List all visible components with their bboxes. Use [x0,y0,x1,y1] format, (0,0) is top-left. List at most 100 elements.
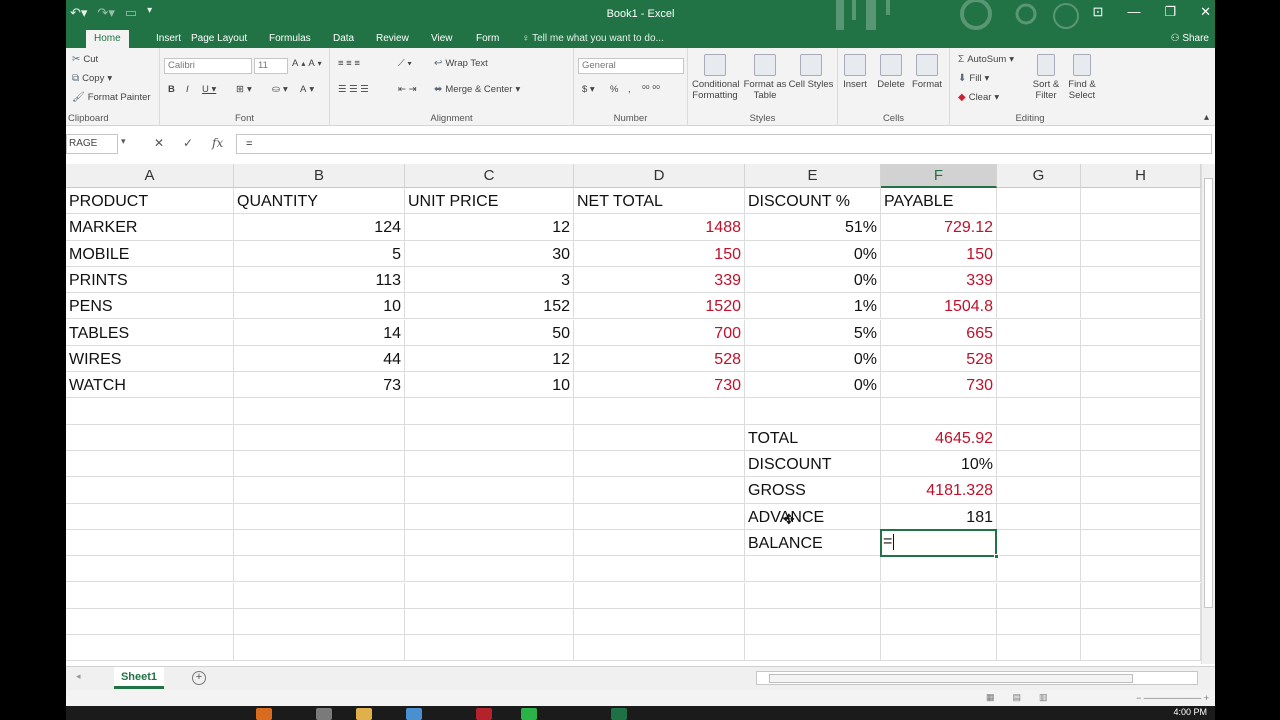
cut-button[interactable]: ✂ Cut [72,54,98,65]
grid-cell[interactable] [405,398,574,425]
table-cell[interactable]: 730 [881,372,997,399]
grid-cell[interactable] [405,503,574,530]
font-name-select[interactable]: Calibri [164,58,252,74]
table-cell[interactable]: 700 [574,319,745,346]
table-cell[interactable]: 30 [405,240,574,267]
top-align-button[interactable]: ≡ ≡ ≡ [338,58,360,69]
grid-cell[interactable] [1081,529,1201,557]
tab-formulas[interactable]: Formulas [261,30,319,48]
minimize-icon[interactable]: — [1127,4,1140,20]
grid-cell[interactable] [1081,188,1201,215]
horizontal-scroll-thumb[interactable] [769,674,1133,683]
table-cell[interactable]: WATCH [66,372,234,399]
table-header-cell[interactable]: QUANTITY [234,188,405,215]
column-header-h[interactable]: H [1081,164,1201,188]
grid-cell[interactable] [234,477,405,504]
grid-cell[interactable] [1081,582,1201,609]
grid-cell[interactable] [1081,608,1201,636]
table-cell[interactable]: TABLES [66,319,234,346]
grid-cell[interactable] [574,582,745,609]
grid-cell[interactable] [881,582,997,609]
borders-button[interactable]: ⊞ ▾ [236,84,252,95]
name-box[interactable]: RAGE [66,134,118,154]
table-cell[interactable]: PRINTS [66,266,234,294]
grid-cell[interactable] [1081,451,1201,478]
align-left-button[interactable]: ☰ ☰ ☰ [338,84,369,95]
fill-button[interactable]: ⬇ Fill ▾ [958,73,989,84]
table-cell[interactable]: 1% [745,293,881,320]
grid-cell[interactable] [574,503,745,530]
vertical-scrollbar[interactable] [1201,164,1215,664]
comma-button[interactable]: , [628,84,631,95]
grid-cell[interactable] [997,503,1081,530]
grid-cell[interactable] [234,503,405,530]
grid-cell[interactable] [574,477,745,504]
grid-cell[interactable] [66,398,234,425]
percent-button[interactable]: % [610,84,618,95]
italic-button[interactable]: I [186,84,189,95]
table-cell[interactable]: 339 [574,266,745,294]
tell-me-box[interactable]: ♀ Tell me what you want to do... [522,30,664,47]
table-cell[interactable]: 1488 [574,214,745,241]
table-cell[interactable]: 0% [745,240,881,267]
grow-font-button[interactable]: A ▴ A ▾ [292,58,322,69]
table-cell[interactable]: 0% [745,345,881,373]
table-cell[interactable]: 5 [234,240,405,267]
zoom-slider[interactable]: − ───────── + [1136,693,1209,703]
find-select-button[interactable]: Find & Select [1062,54,1102,101]
grid-cell[interactable] [997,451,1081,478]
table-cell[interactable]: 10 [234,293,405,320]
summary-value[interactable]: 181 [881,503,997,530]
summary-value[interactable]: 4645.92 [881,424,997,451]
grid-cell[interactable] [881,556,997,583]
grid-cell[interactable] [745,608,881,636]
summary-value[interactable]: 10% [881,451,997,478]
taskbar-app-icon[interactable] [256,708,272,720]
grid-cell[interactable] [1081,240,1201,267]
grid-cell[interactable] [1081,214,1201,241]
table-cell[interactable]: 528 [881,345,997,373]
sort-filter-button[interactable]: Sort & Filter [1026,54,1066,101]
fill-handle[interactable] [994,554,999,560]
table-cell[interactable]: 10 [405,372,574,399]
column-header-e[interactable]: E [745,164,881,188]
table-cell[interactable]: 12 [405,214,574,241]
grid-cell[interactable] [1081,424,1201,451]
table-cell[interactable]: WIRES [66,345,234,373]
grid-cell[interactable] [997,293,1081,320]
excel-taskbar-icon[interactable] [611,708,627,720]
table-cell[interactable]: 1504.8 [881,293,997,320]
grid-cell[interactable] [1081,477,1201,504]
grid-cell[interactable] [574,529,745,557]
collapse-ribbon-icon[interactable]: ▴ [1204,112,1209,123]
grid-cell[interactable] [66,608,234,636]
grid-cell[interactable] [66,503,234,530]
grid-cell[interactable] [405,451,574,478]
table-cell[interactable]: 124 [234,214,405,241]
grid-cell[interactable] [997,424,1081,451]
grid-cell[interactable] [1081,293,1201,320]
ribbon-display-icon[interactable]: ⊡ [1093,4,1104,20]
column-header-c[interactable]: C [405,164,574,188]
restore-icon[interactable]: ❐ [1164,4,1176,20]
table-cell[interactable]: 150 [574,240,745,267]
grid-cell[interactable] [745,635,881,662]
grid-cell[interactable] [66,477,234,504]
name-box-dropdown-icon[interactable]: ▾ [121,136,126,147]
tab-view[interactable]: View [423,30,461,48]
tab-page-layout[interactable]: Page Layout [183,30,255,48]
grid-cell[interactable] [997,529,1081,557]
grid-cell[interactable] [574,451,745,478]
grid-cell[interactable] [997,398,1081,425]
vertical-scroll-thumb[interactable] [1204,178,1213,608]
table-cell[interactable]: MOBILE [66,240,234,267]
grid-cell[interactable] [997,608,1081,636]
grid-cell[interactable] [1081,319,1201,346]
taskbar-app-icon[interactable] [476,708,492,720]
page-break-view-icon[interactable]: ▥ [1039,692,1048,703]
table-cell[interactable]: 150 [881,240,997,267]
format-as-table-button[interactable]: Format as Table [742,54,788,101]
grid-cell[interactable] [574,635,745,662]
column-header-f[interactable]: F [881,164,997,188]
grid-cell[interactable] [745,556,881,583]
